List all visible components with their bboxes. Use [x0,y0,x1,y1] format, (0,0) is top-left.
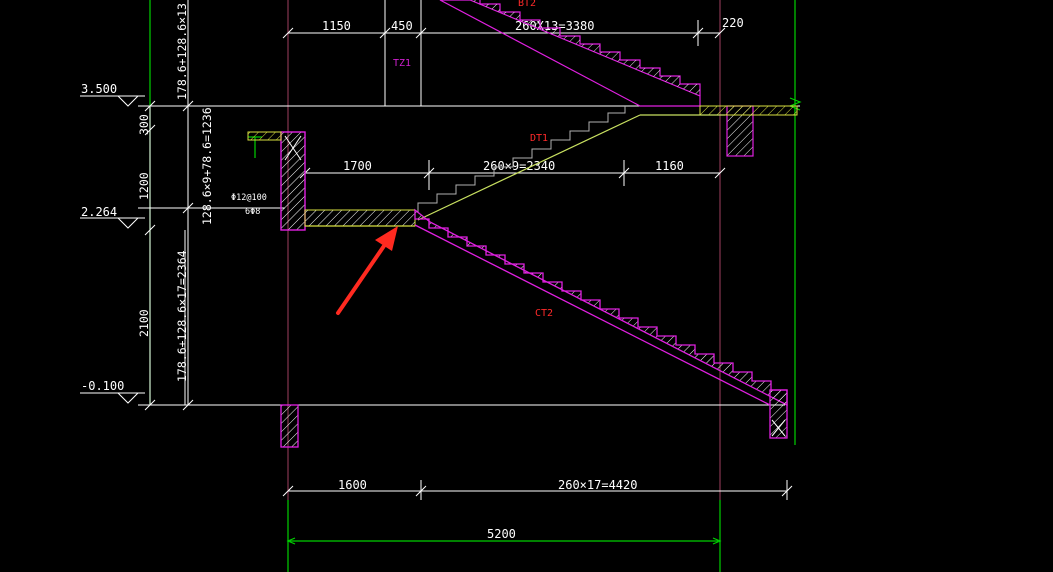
mid-dim-1160: 1160 [655,159,684,173]
rebar-label-1: Φ12@100 [231,193,267,203]
bottom-dim-4420: 260×17=4420 [558,478,637,492]
top-dim-line [282,0,726,106]
top-dim-1150: 1150 [322,19,351,33]
cad-drawing-canvas: 3.500 2.264 -0.100 178.6+128.6×13 300 12… [0,0,1053,572]
vdim-1200: 1200 [137,172,151,200]
bottom-dim-1600: 1600 [338,478,367,492]
red-arrow-annotation [336,226,398,315]
vdim-mid: 128.6×9+78.6=1236 [200,107,214,225]
upper-flight: BT2 [439,0,701,107]
top-dim-220: 220 [722,16,744,30]
total-dim-5200: 5200 [487,527,516,541]
elevation-2264: 2.264 [81,205,117,219]
vdim-top: 178.6+128.6×13 [175,3,189,100]
label-dt1: DT1 [530,133,548,144]
elevation-3500: 3.500 [81,82,117,96]
landing-column-left: Φ12@100 6Φ8 [231,131,306,231]
green-lines [149,0,802,572]
mid-landing-slab [304,209,416,227]
elevation-neg0100: -0.100 [81,379,124,393]
column-bottom-right [769,389,788,439]
rebar-label-2: 6Φ8 [245,207,260,217]
label-tz1: TZ1 [393,58,411,69]
label-bt2: BT2 [518,0,536,9]
top-dim-450: 450 [391,19,413,33]
elevation-markers [80,95,145,404]
label-ct2: CT2 [535,308,553,319]
vdim-low: 178.6+128.6×17=2364 [175,250,189,382]
top-slab-right [699,105,798,157]
vdim-2100: 2100 [137,309,151,337]
vdim-300: 300 [137,114,151,135]
column-bottom-left [280,404,299,448]
stair-section-drawing: 3.500 2.264 -0.100 178.6+128.6×13 300 12… [80,0,802,572]
mid-dim-1700: 1700 [343,159,372,173]
lower-flight: CT2 [414,208,788,407]
